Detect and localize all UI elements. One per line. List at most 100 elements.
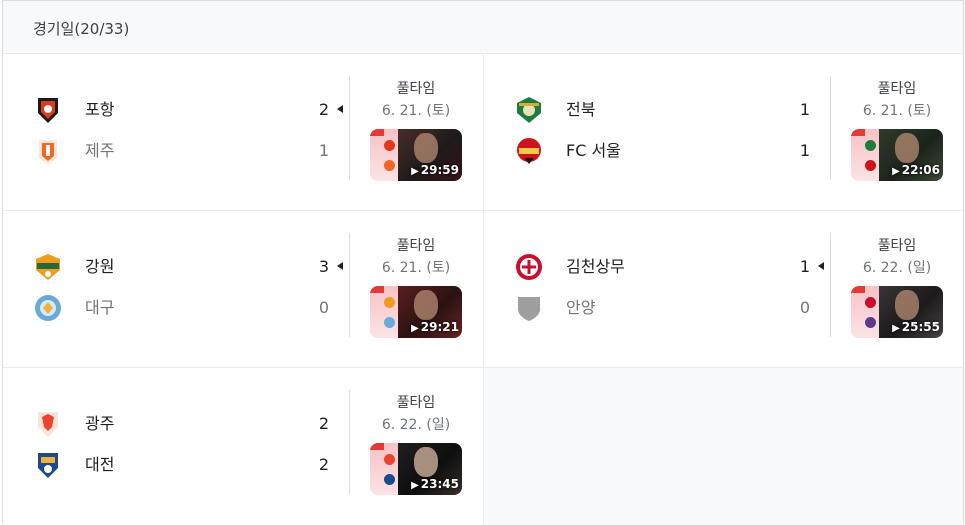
highlight-video-thumbnail[interactable]: ▶ 29:59 — [370, 129, 462, 181]
video-duration: ▶ 29:21 — [411, 320, 459, 334]
jeonbuk-logo-icon — [517, 97, 541, 123]
player-image — [895, 133, 919, 163]
gwangju-logo-icon — [38, 412, 58, 437]
pohang-logo-icon — [38, 98, 58, 123]
badge — [851, 129, 865, 136]
duration-text: 23:45 — [420, 477, 459, 491]
away-team-name: 대전 — [85, 455, 115, 474]
winner-arrow-icon — [818, 262, 824, 270]
away-team-row: FC 서울 1 — [514, 136, 824, 166]
highlight-video-thumbnail[interactable]: ▶ 23:45 — [370, 443, 462, 495]
fc-seoul-logo-icon — [517, 138, 541, 164]
badge — [370, 286, 384, 293]
duration-text: 25:55 — [901, 320, 940, 334]
badge — [851, 286, 865, 293]
highlight-strip — [851, 129, 879, 181]
highlight-video-thumbnail[interactable]: ▶ 22:06 — [851, 129, 943, 181]
match-date: 6. 21. (토) — [381, 260, 451, 276]
play-icon: ▶ — [411, 166, 419, 177]
home-team-score: 2 — [318, 414, 329, 433]
away-team-score: 2 — [318, 455, 329, 474]
duration-text: 29:21 — [420, 320, 459, 334]
highlight-strip — [851, 286, 879, 338]
home-team-name: 김천상무 — [566, 257, 625, 276]
home-team-score: 1 — [799, 100, 810, 119]
team-mini-logo-icon — [384, 317, 395, 328]
play-icon: ▶ — [411, 323, 419, 334]
daejeon-logo-icon — [38, 453, 58, 478]
team-mini-logo-icon — [384, 297, 395, 308]
daegu-logo-icon — [35, 295, 61, 321]
anyang-logo-icon — [518, 297, 540, 321]
video-duration: ▶ 25:55 — [892, 320, 940, 334]
match-date: 6. 22. (일) — [381, 417, 451, 433]
team-mini-logo-icon — [384, 474, 395, 485]
jeju-logo-icon — [39, 140, 57, 164]
match-card[interactable]: 광주 2 대전 2 풀타임 6. 22. (일) ▶ 23:45 — [3, 368, 483, 525]
match-schedule-panel: 경기일(20/33) 포항 2 제주 1 풀타임 6. 21. (토) ▶ 29… — [2, 0, 964, 525]
player-image — [414, 290, 438, 320]
home-team-name: 포항 — [85, 100, 115, 119]
team-mini-logo-icon — [384, 454, 395, 465]
winner-arrow-icon — [337, 262, 343, 270]
winner-arrow-icon — [337, 105, 343, 113]
highlight-strip — [370, 129, 398, 181]
away-team-name: FC 서울 — [566, 141, 621, 160]
match-card[interactable]: 포항 2 제주 1 풀타임 6. 21. (토) ▶ 29:59 — [3, 54, 483, 211]
match-card[interactable]: 전북 1 FC 서울 1 풀타임 6. 21. (토) ▶ 22:06 — [483, 54, 963, 211]
away-team-score: 0 — [318, 298, 329, 317]
gangwon-logo-icon — [36, 254, 60, 280]
play-icon: ▶ — [411, 480, 419, 491]
away-team-row: 안양 0 — [514, 293, 824, 323]
match-status: 풀타임 — [396, 238, 436, 254]
home-team-name: 강원 — [85, 257, 115, 276]
home-team-score: 3 — [318, 257, 329, 276]
home-team-name: 광주 — [85, 414, 115, 433]
home-team-row: 광주 2 — [33, 409, 343, 439]
video-duration: ▶ 29:59 — [411, 163, 459, 177]
video-duration: ▶ 22:06 — [892, 163, 940, 177]
away-team-row: 대전 2 — [33, 450, 343, 480]
highlight-strip — [370, 286, 398, 338]
team-mini-logo-icon — [865, 140, 876, 151]
player-image — [414, 447, 438, 477]
player-image — [414, 133, 438, 163]
matchday-header[interactable]: 경기일(20/33) — [3, 1, 963, 54]
gimcheon-logo-icon — [516, 254, 542, 280]
team-mini-logo-icon — [865, 317, 876, 328]
home-team-score: 1 — [799, 257, 810, 276]
empty-cell — [483, 368, 963, 525]
home-team-row: 포항 2 — [33, 95, 343, 125]
match-date: 6. 21. (토) — [381, 103, 451, 119]
highlight-strip — [370, 443, 398, 495]
match-status: 풀타임 — [877, 238, 917, 254]
video-duration: ▶ 23:45 — [411, 477, 459, 491]
away-team-score: 0 — [799, 298, 810, 317]
match-status: 풀타임 — [396, 395, 436, 411]
away-team-row: 대구 0 — [33, 293, 343, 323]
badge — [370, 129, 384, 136]
play-icon: ▶ — [892, 166, 900, 177]
home-team-score: 2 — [318, 100, 329, 119]
highlight-video-thumbnail[interactable]: ▶ 29:21 — [370, 286, 462, 338]
home-team-row: 강원 3 — [33, 252, 343, 282]
away-team-score: 1 — [318, 141, 329, 160]
match-card[interactable]: 강원 3 대구 0 풀타임 6. 21. (토) ▶ 29:21 — [3, 211, 483, 368]
team-mini-logo-icon — [384, 160, 395, 171]
duration-text: 22:06 — [901, 163, 940, 177]
highlight-video-thumbnail[interactable]: ▶ 25:55 — [851, 286, 943, 338]
player-image — [895, 290, 919, 320]
match-card[interactable]: 김천상무 1 안양 0 풀타임 6. 22. (일) ▶ 25:55 — [483, 211, 963, 368]
away-team-name: 안양 — [566, 298, 596, 317]
match-date: 6. 21. (토) — [862, 103, 932, 119]
away-team-name: 제주 — [85, 141, 115, 160]
duration-text: 29:59 — [420, 163, 459, 177]
home-team-name: 전북 — [566, 100, 596, 119]
team-mini-logo-icon — [865, 160, 876, 171]
home-team-row: 김천상무 1 — [514, 252, 824, 282]
team-mini-logo-icon — [384, 140, 395, 151]
away-team-name: 대구 — [85, 298, 115, 317]
team-mini-logo-icon — [865, 297, 876, 308]
badge — [370, 443, 384, 450]
match-status: 풀타임 — [396, 81, 436, 97]
